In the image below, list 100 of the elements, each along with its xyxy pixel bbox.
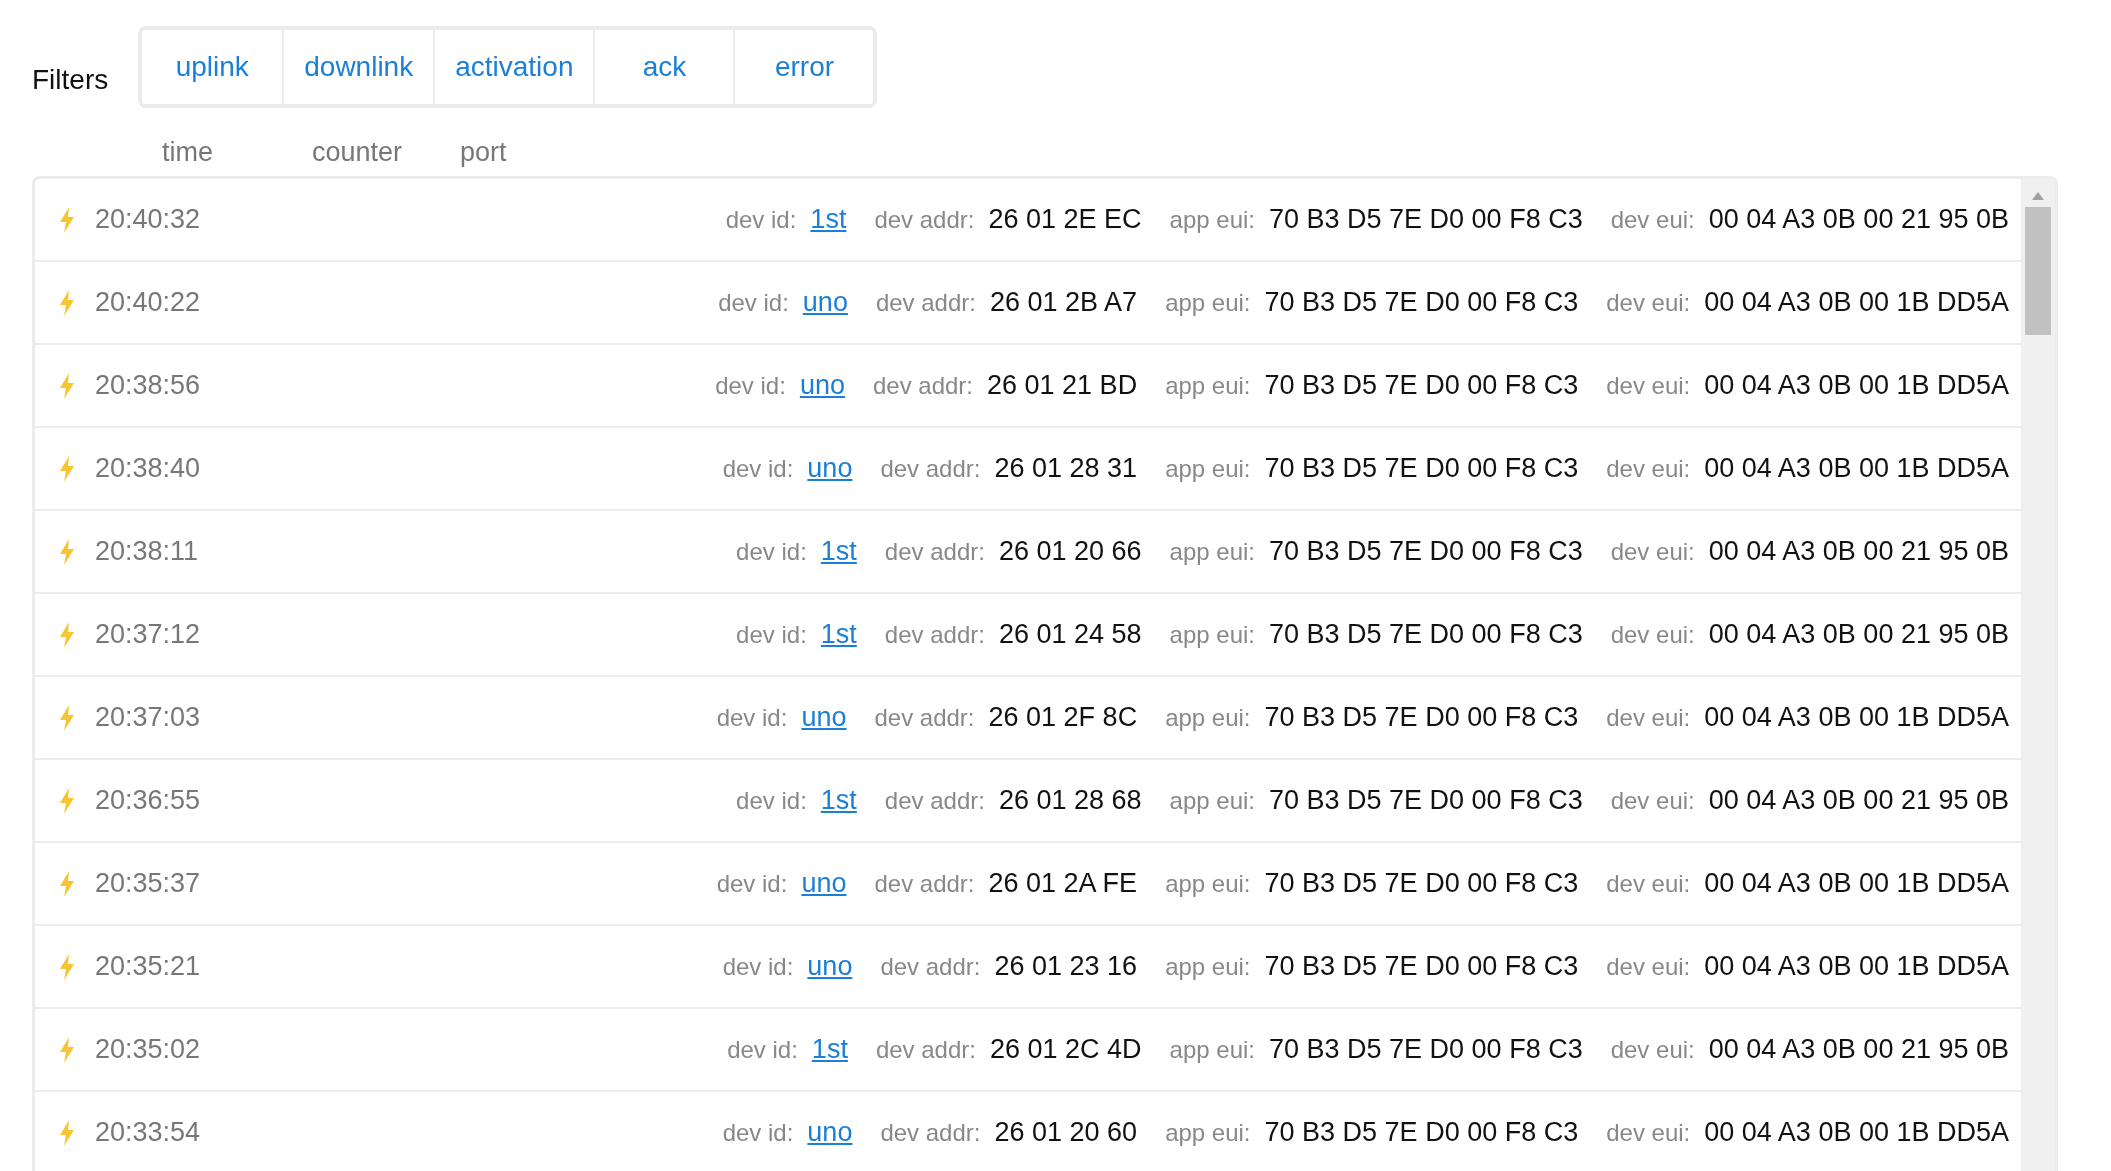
lightning-icon	[59, 704, 75, 731]
field-label: dev addr:	[880, 1118, 981, 1147]
message-row[interactable]: 20:38:56 dev id: uno dev addr: 26 01 21 BD app eui: 70 B3 D5 7E D0 00 F8 C3 dev eui: 00 04 A3 0B 00 1B DD5A	[35, 345, 2021, 428]
field-label: dev id:	[722, 454, 794, 483]
field-value: 70 B3 D5 7E D0 00 F8 C3	[1269, 1034, 1583, 1065]
device-id-link[interactable]: 1st	[811, 1034, 848, 1065]
field-value: 70 B3 D5 7E D0 00 F8 C3	[1269, 536, 1583, 567]
field-value: 26 01 28 31	[994, 453, 1138, 484]
field-label: dev id:	[727, 1035, 798, 1064]
message-row[interactable]: 20:35:37 dev id: uno dev addr: 26 01 2A FE app eui: 70 B3 D5 7E D0 00 F8 C3 dev eui: 00 04 A3 0B 00 1B DD5A	[35, 843, 2021, 926]
lightning-icon	[59, 953, 75, 980]
field-label: dev eui:	[1606, 869, 1691, 898]
message-time: 20:35:02	[95, 1034, 201, 1065]
message-row[interactable]: 20:36:55 dev id: 1st dev addr: 26 01 28 68 app eui: 70 B3 D5 7E D0 00 F8 C3 dev eui: 00 04 A3 0B 00 21 95 0B	[35, 760, 2021, 843]
device-id-link[interactable]: 1st	[820, 619, 857, 650]
field-value: 00 04 A3 0B 00 1B DD5A	[1704, 453, 2009, 484]
field-value: 70 B3 D5 7E D0 00 F8 C3	[1269, 619, 1583, 650]
field-value: 70 B3 D5 7E D0 00 F8 C3	[1264, 287, 1579, 318]
lightning-icon	[59, 621, 75, 648]
device-id-link[interactable]: 1st	[820, 785, 857, 816]
field-label: app eui:	[1169, 620, 1255, 649]
field-label: dev addr:	[874, 869, 975, 898]
message-time: 20:33:54	[95, 1117, 201, 1148]
device-id-link[interactable]: uno	[801, 868, 847, 899]
field-label: app eui:	[1169, 205, 1255, 234]
field-label: dev id:	[716, 869, 788, 898]
field-label: dev id:	[722, 952, 794, 981]
field-label: dev id:	[736, 537, 807, 566]
device-id-link[interactable]: uno	[799, 370, 845, 401]
column-header[interactable]: time	[162, 136, 312, 168]
field-value: 00 04 A3 0B 00 21 95 0B	[1708, 619, 2009, 650]
field-label: dev addr:	[875, 1035, 976, 1064]
field-label: dev eui:	[1610, 537, 1695, 566]
lightning-icon	[59, 870, 75, 897]
field-label: dev id:	[715, 371, 786, 400]
message-row[interactable]: 20:37:12 dev id: 1st dev addr: 26 01 24 58 app eui: 70 B3 D5 7E D0 00 F8 C3 dev eui: 00 04 A3 0B 00 21 95 0B	[35, 594, 2021, 677]
field-label: dev eui:	[1606, 952, 1691, 981]
filters-label: Filters	[32, 64, 109, 97]
field-label: dev id:	[725, 205, 797, 234]
lightning-icon	[59, 455, 75, 482]
lightning-icon	[59, 372, 75, 399]
field-label: dev id:	[716, 703, 788, 732]
field-value: 26 01 21 BD	[987, 370, 1138, 401]
field-label: dev addr:	[874, 703, 975, 732]
message-time: 20:40:32	[95, 204, 201, 235]
field-value: 70 B3 D5 7E D0 00 F8 C3	[1269, 785, 1583, 816]
field-value: 70 B3 D5 7E D0 00 F8 C3	[1264, 868, 1579, 899]
message-row[interactable]: 20:40:32 dev id: 1st dev addr: 26 01 2E EC app eui: 70 B3 D5 7E D0 00 F8 C3 dev eui: 00 04 A3 0B 00 21 95 0B	[35, 179, 2021, 262]
field-label: dev addr:	[884, 786, 985, 815]
lightning-icon	[59, 1119, 75, 1146]
field-value: 00 04 A3 0B 00 1B DD5A	[1704, 868, 2009, 899]
field-label: dev eui:	[1606, 454, 1691, 483]
message-row[interactable]: 20:38:11 dev id: 1st dev addr: 26 01 20 66 app eui: 70 B3 D5 7E D0 00 F8 C3 dev eui: 00 04 A3 0B 00 21 95 0B	[35, 511, 2021, 594]
message-time: 20:38:56	[95, 370, 201, 401]
field-value: 70 B3 D5 7E D0 00 F8 C3	[1264, 1117, 1579, 1148]
field-label: app eui:	[1165, 869, 1251, 898]
field-label: dev id:	[736, 786, 807, 815]
scrollbar-thumb[interactable]	[2025, 207, 2051, 335]
device-id-link[interactable]: 1st	[810, 204, 847, 235]
field-label: dev addr:	[875, 288, 976, 317]
device-id-link[interactable]: uno	[802, 287, 848, 318]
message-row[interactable]: 20:37:03 dev id: uno dev addr: 26 01 2F 8C app eui: 70 B3 D5 7E D0 00 F8 C3 dev eui: 00 04 A3 0B 00 1B DD5A	[35, 677, 2021, 760]
field-label: app eui:	[1165, 371, 1251, 400]
lightning-icon	[59, 538, 75, 565]
message-row[interactable]: 20:35:02 dev id: 1st dev addr: 26 01 2C 4D app eui: 70 B3 D5 7E D0 00 F8 C3 dev eui: 00 04 A3 0B 00 21 95 0B	[35, 1009, 2021, 1092]
field-value: 00 04 A3 0B 00 21 95 0B	[1708, 536, 2009, 567]
scroll-up-icon[interactable]	[2031, 191, 2045, 201]
field-label: app eui:	[1169, 537, 1255, 566]
scrollbar[interactable]	[2021, 179, 2055, 1171]
field-value: 26 01 2C 4D	[989, 1034, 1142, 1065]
field-value: 26 01 24 58	[998, 619, 1142, 650]
field-value: 26 01 20 60	[994, 1117, 1138, 1148]
field-label: app eui:	[1165, 952, 1251, 981]
field-label: dev eui:	[1610, 205, 1695, 234]
message-time: 20:37:03	[95, 702, 201, 733]
field-label: dev eui:	[1606, 371, 1691, 400]
lightning-icon	[59, 1036, 75, 1063]
message-time: 20:37:12	[95, 619, 201, 650]
field-label: dev addr:	[874, 205, 975, 234]
message-row[interactable]: 20:35:21 dev id: uno dev addr: 26 01 23 16 app eui: 70 B3 D5 7E D0 00 F8 C3 dev eui: 00 04 A3 0B 00 1B DD5A	[35, 926, 2021, 1009]
device-id-link[interactable]: uno	[801, 702, 847, 733]
device-id-link[interactable]: uno	[807, 453, 853, 484]
field-label: dev eui:	[1610, 1035, 1695, 1064]
device-id-link[interactable]: uno	[807, 951, 853, 982]
message-row[interactable]: 20:38:40 dev id: uno dev addr: 26 01 28 31 app eui: 70 B3 D5 7E D0 00 F8 C3 dev eui: 00 04 A3 0B 00 1B DD5A	[35, 428, 2021, 511]
field-value: 00 04 A3 0B 00 1B DD5A	[1704, 702, 2009, 733]
field-value: 26 01 2B A7	[990, 287, 1138, 318]
device-id-link[interactable]: 1st	[820, 536, 857, 567]
device-id-link[interactable]: uno	[807, 1117, 853, 1148]
field-value: 26 01 23 16	[994, 951, 1138, 982]
field-label: dev addr:	[884, 620, 985, 649]
filter-button[interactable]: error	[733, 30, 874, 104]
field-value: 26 01 2F 8C	[988, 702, 1138, 733]
column-header[interactable]: counter	[312, 136, 460, 168]
message-row[interactable]: 20:40:22 dev id: uno dev addr: 26 01 2B A7 app eui: 70 B3 D5 7E D0 00 F8 C3 dev eui: 00 04 A3 0B 00 1B DD5A	[35, 262, 2021, 345]
field-value: 00 04 A3 0B 00 1B DD5A	[1704, 951, 2009, 982]
column-header[interactable]: port	[460, 136, 560, 168]
field-value: 00 04 A3 0B 00 1B DD5A	[1704, 370, 2009, 401]
message-time: 20:40:22	[95, 287, 201, 318]
message-time: 20:38:11	[95, 536, 199, 567]
